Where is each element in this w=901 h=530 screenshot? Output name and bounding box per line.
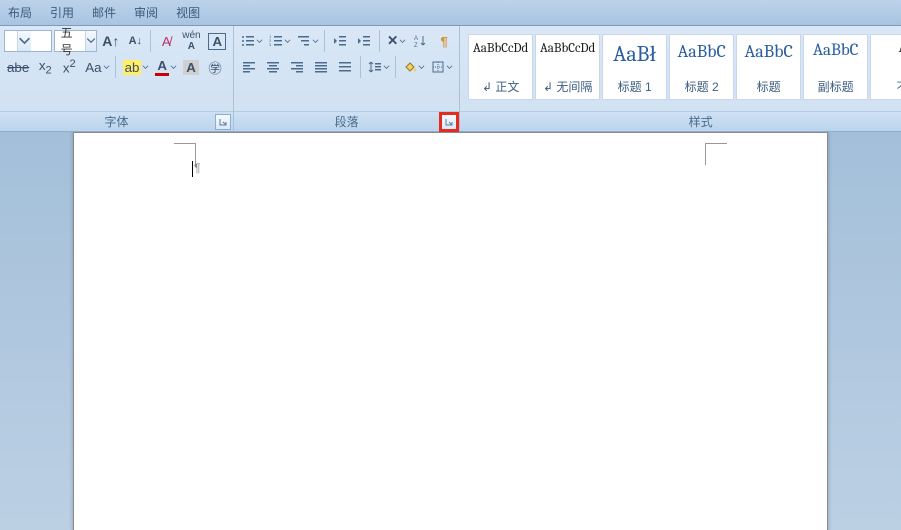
- bullets-icon: [241, 34, 255, 48]
- asian-layout-button[interactable]: ✕: [384, 30, 407, 52]
- separator: [324, 30, 325, 52]
- style-item-2[interactable]: AaBł 标题 1: [602, 34, 667, 100]
- shrink-font-button[interactable]: A↓: [124, 30, 146, 52]
- show-hide-marks-button[interactable]: ¶: [433, 30, 455, 52]
- style-item-6[interactable]: A不: [870, 34, 901, 100]
- style-item-4[interactable]: AaBbC 标题: [736, 34, 801, 100]
- bucket-icon: [403, 60, 417, 74]
- multilevel-list-button[interactable]: [294, 30, 320, 52]
- tab-mailings[interactable]: 邮件: [92, 4, 116, 21]
- font-name-dropdown[interactable]: [17, 31, 31, 51]
- sort-button[interactable]: AZ: [409, 30, 431, 52]
- enclose-characters-button[interactable]: ㊫: [204, 56, 226, 78]
- tab-references[interactable]: 引用: [50, 4, 74, 21]
- styles-gallery[interactable]: AaBbCcDd ↲ 正文 AaBbCcDd ↲ 无间隔 AaBł 标题 1 AaBbC 标题…: [464, 30, 901, 100]
- pilcrow-icon: ¶: [440, 34, 447, 49]
- group-paragraph: 123 ✕ AZ ¶: [234, 26, 460, 131]
- align-center-button[interactable]: [262, 56, 284, 78]
- tab-view[interactable]: 视图: [176, 4, 200, 21]
- superscript-button[interactable]: x2: [58, 56, 80, 78]
- ribbon: 五号 A↑ A↓ A̸ wénA A abe x2 x2 Aa ab A A: [0, 26, 901, 132]
- style-item-0[interactable]: AaBbCcDd ↲ 正文: [468, 34, 533, 100]
- decrease-indent-icon: [333, 34, 347, 48]
- font-name-combo[interactable]: [4, 30, 52, 52]
- group-styles: AaBbCcDd ↲ 正文 AaBbCcDd ↲ 无间隔 AaBł 标题 1 AaBbC 标题…: [460, 26, 901, 131]
- document-workspace: [0, 132, 901, 530]
- separator: [379, 30, 380, 52]
- strikethrough-button[interactable]: abe: [4, 56, 32, 78]
- paragraph-dialog-launcher[interactable]: [441, 114, 457, 130]
- align-left-button[interactable]: [238, 56, 260, 78]
- style-item-3[interactable]: AaBbC 标题 2: [669, 34, 734, 100]
- tab-layout[interactable]: 布局: [8, 4, 32, 21]
- style-name: ↲ 正文: [482, 78, 519, 95]
- ribbon-tab-strip: 布局 引用 邮件 审阅 视图: [0, 0, 901, 26]
- style-name: 标题 2: [685, 78, 719, 95]
- style-name: 不: [897, 78, 901, 95]
- group-label-font: 字体: [104, 113, 128, 130]
- borders-button[interactable]: [428, 56, 454, 78]
- document-page[interactable]: [73, 132, 828, 530]
- margin-corner-tr: [705, 143, 727, 165]
- justify-button[interactable]: [310, 56, 332, 78]
- align-left-icon: [242, 60, 256, 74]
- group-label-styles: 样式: [689, 113, 713, 130]
- grow-font-button[interactable]: A↑: [99, 30, 122, 52]
- group-font: 五号 A↑ A↓ A̸ wénA A abe x2 x2 Aa ab A A: [0, 26, 234, 131]
- bullets-button[interactable]: [238, 30, 264, 52]
- font-size-value: 五号: [55, 24, 86, 58]
- shading-button[interactable]: [400, 56, 426, 78]
- separator: [395, 56, 396, 78]
- style-preview: AaBbC: [677, 41, 725, 62]
- character-shading-button[interactable]: A: [180, 56, 202, 78]
- increase-indent-button[interactable]: [353, 30, 375, 52]
- style-item-1[interactable]: AaBbCcDd ↲ 无间隔: [535, 34, 600, 100]
- style-preview: AaBbCcDd: [473, 41, 528, 56]
- change-case-button[interactable]: Aa: [82, 56, 110, 78]
- distribute-button[interactable]: [334, 56, 356, 78]
- align-center-icon: [266, 60, 280, 74]
- svg-text:A: A: [414, 36, 418, 42]
- clear-formatting-button[interactable]: A̸: [155, 30, 177, 52]
- style-preview: AaBbC: [813, 41, 859, 60]
- style-name: 副标题: [818, 78, 854, 95]
- group-label-paragraph: 段落: [335, 113, 359, 130]
- increase-indent-icon: [357, 34, 371, 48]
- separator: [115, 56, 116, 78]
- decrease-indent-button[interactable]: [329, 30, 351, 52]
- font-size-dropdown[interactable]: [85, 31, 96, 51]
- separator: [150, 30, 151, 52]
- style-name: 标题: [757, 78, 781, 95]
- character-border-button[interactable]: A: [206, 30, 230, 52]
- style-preview: AaBbCcDd: [540, 41, 595, 56]
- font-size-combo[interactable]: 五号: [54, 30, 98, 52]
- tab-review[interactable]: 审阅: [134, 4, 158, 21]
- align-right-icon: [290, 60, 304, 74]
- borders-icon: [431, 60, 445, 74]
- align-right-button[interactable]: [286, 56, 308, 78]
- text-cursor: [192, 161, 193, 177]
- asian-layout-icon: ✕: [387, 33, 398, 49]
- subscript-button[interactable]: x2: [34, 56, 56, 78]
- style-preview: AaBbC: [744, 41, 792, 62]
- line-spacing-button[interactable]: [365, 56, 391, 78]
- phonetic-guide-button[interactable]: wénA: [179, 30, 203, 52]
- svg-text:Z: Z: [414, 43, 418, 48]
- sort-icon: AZ: [413, 34, 427, 48]
- numbering-icon: 123: [269, 34, 283, 48]
- style-preview: AaBł: [613, 41, 656, 67]
- svg-text:3: 3: [269, 42, 272, 47]
- separator: [360, 56, 361, 78]
- style-item-5[interactable]: AaBbC 副标题: [803, 34, 868, 100]
- line-spacing-icon: [368, 60, 382, 74]
- highlight-button[interactable]: ab: [120, 56, 151, 78]
- justify-icon: [314, 60, 328, 74]
- font-color-button[interactable]: A: [152, 56, 178, 78]
- distribute-icon: [338, 60, 352, 74]
- numbering-button[interactable]: 123: [266, 30, 292, 52]
- multilevel-icon: [297, 34, 311, 48]
- style-name: ↲ 无间隔: [543, 78, 592, 95]
- style-name: 标题 1: [618, 78, 652, 95]
- font-dialog-launcher[interactable]: [215, 114, 231, 130]
